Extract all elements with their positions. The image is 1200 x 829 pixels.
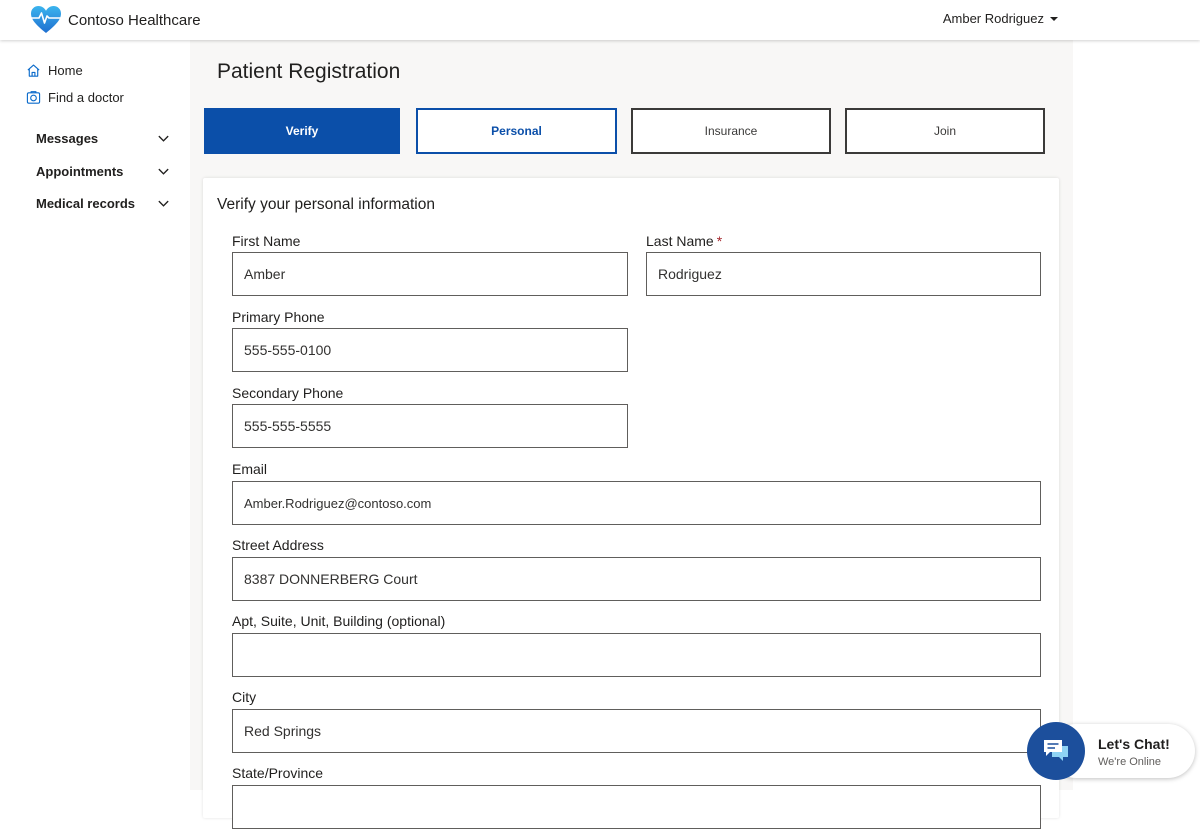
sidebar-group-appointments[interactable]: Appointments (36, 164, 170, 179)
sidebar-item-label: Find a doctor (48, 90, 124, 105)
brand-name: Contoso Healthcare (68, 11, 201, 29)
doctor-icon (26, 91, 41, 104)
email-label: Email (232, 461, 268, 477)
user-menu[interactable]: Amber Rodriguez (943, 11, 1058, 26)
step-verify[interactable]: Verify (204, 108, 400, 154)
caret-down-icon (1050, 16, 1058, 21)
last-name-input[interactable] (646, 252, 1041, 296)
sidebar: Home Find a doctor Messages Appointments… (0, 40, 190, 790)
chat-bubbles-icon (1044, 740, 1068, 761)
page-title: Patient Registration (217, 60, 401, 83)
sidebar-item-home[interactable]: Home (26, 63, 83, 78)
sidebar-group-messages[interactable]: Messages (36, 131, 170, 146)
main-content: Patient Registration Verify Personal Ins… (190, 40, 1073, 829)
secondary-phone-label: Secondary Phone (232, 385, 344, 401)
street-address-label: Street Address (232, 537, 324, 553)
first-name-label: First Name (232, 233, 301, 249)
step-personal[interactable]: Personal (416, 108, 617, 154)
chat-button[interactable] (1027, 722, 1085, 780)
sidebar-group-label: Messages (36, 131, 99, 146)
state-input[interactable] (232, 785, 1041, 829)
sidebar-group-medical-records[interactable]: Medical records (36, 196, 170, 211)
chevron-down-icon (158, 200, 169, 207)
apt-label: Apt, Suite, Unit, Building (optional) (232, 613, 446, 629)
form-title: Verify your personal information (217, 196, 435, 213)
user-name: Amber Rodriguez (942, 11, 1044, 26)
required-marker: * (716, 233, 723, 249)
secondary-phone-input[interactable] (232, 404, 628, 448)
apt-input[interactable] (232, 633, 1041, 677)
city-label: City (232, 689, 257, 705)
chat-widget[interactable]: Let's Chat! We're Online (1027, 722, 1195, 780)
sidebar-item-label: Home (48, 63, 83, 78)
home-icon (27, 64, 40, 77)
state-label: State/Province (232, 765, 324, 781)
primary-phone-input[interactable] (232, 328, 628, 372)
email-input[interactable] (232, 481, 1041, 525)
chat-title: Let's Chat! (1098, 736, 1170, 752)
heart-logo-icon (31, 6, 61, 33)
form-card: Verify your personal information First N… (203, 178, 1059, 829)
street-address-input[interactable] (232, 557, 1041, 601)
sidebar-group-label: Medical records (36, 196, 135, 211)
brand[interactable]: Contoso Healthcare (30, 4, 201, 36)
last-name-label: Last Name * (646, 233, 722, 249)
sidebar-group-label: Appointments (36, 164, 124, 179)
first-name-input[interactable] (232, 252, 628, 296)
step-join[interactable]: Join (845, 108, 1045, 154)
chevron-down-icon (158, 135, 169, 142)
step-insurance[interactable]: Insurance (631, 108, 831, 154)
city-input[interactable] (232, 709, 1041, 753)
sidebar-item-find-doctor[interactable]: Find a doctor (26, 90, 124, 105)
chevron-down-icon (158, 168, 169, 175)
chat-status: We're Online (1098, 756, 1162, 768)
primary-phone-label: Primary Phone (232, 309, 325, 325)
top-bar: Contoso Healthcare Amber Rodriguez (0, 0, 1200, 40)
last-name-label-text: Last Name (646, 233, 714, 249)
